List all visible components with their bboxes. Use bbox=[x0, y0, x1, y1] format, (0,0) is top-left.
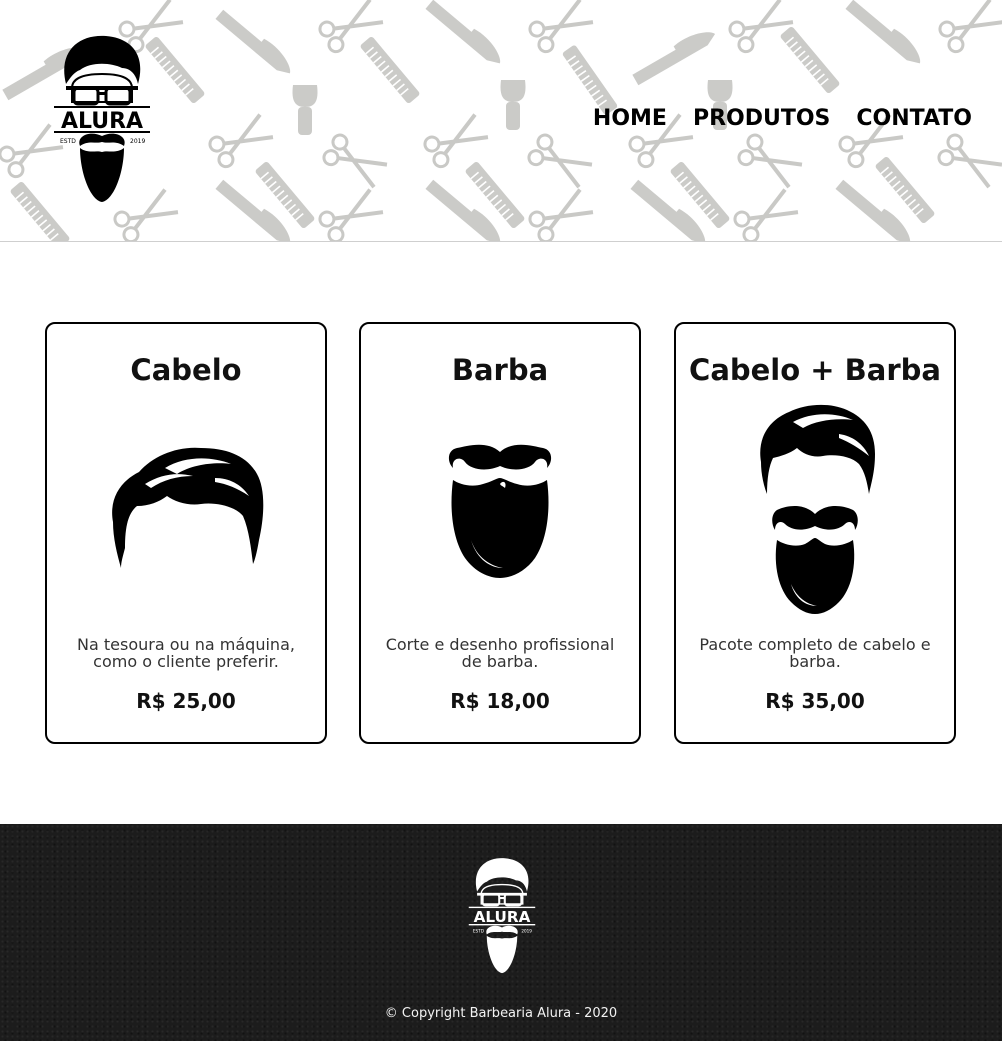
alura-logo[interactable]: ALURA ESTD 2019 bbox=[50, 32, 154, 204]
product-card-barba: Barba Corte e desenho profissional de ba… bbox=[359, 322, 641, 744]
logo-text: ALURA bbox=[474, 908, 531, 926]
product-title: Cabelo + Barba bbox=[689, 353, 941, 387]
product-image bbox=[47, 444, 325, 570]
product-description: Corte e desenho profissional de barba. bbox=[385, 635, 615, 671]
product-title: Cabelo bbox=[130, 353, 242, 387]
main-nav: HOME PRODUTOS CONTATO bbox=[593, 105, 972, 133]
site-footer: ALURA ESTD 2019 © Copyright Barbearia Al… bbox=[0, 824, 1002, 1041]
site-header: ALURA ESTD 2019 HOME PRODUTOS CONTATO bbox=[0, 0, 1002, 242]
product-description: Pacote completo de cabelo e barba. bbox=[699, 635, 931, 671]
product-list: Cabelo Na tesoura ou na máquina, como o … bbox=[45, 322, 957, 744]
nav-home-link[interactable]: HOME bbox=[593, 105, 667, 133]
product-title: Barba bbox=[451, 353, 549, 387]
svg-text:ESTD: ESTD bbox=[473, 928, 484, 933]
product-price: R$ 18,00 bbox=[450, 689, 550, 713]
hair-icon bbox=[112, 447, 264, 568]
logo-text: ALURA bbox=[61, 109, 143, 134]
product-price: R$ 35,00 bbox=[765, 689, 865, 713]
product-card-cabelo: Cabelo Na tesoura ou na máquina, como o … bbox=[45, 322, 327, 744]
copyright-text: © Copyright Barbearia Alura - 2020 bbox=[384, 1006, 618, 1021]
svg-text:2019: 2019 bbox=[130, 138, 145, 145]
svg-text:2019: 2019 bbox=[521, 928, 532, 933]
product-description: Na tesoura ou na máquina, como o cliente… bbox=[77, 635, 295, 671]
alura-logo-white[interactable]: ALURA ESTD 2019 bbox=[466, 854, 538, 976]
product-image bbox=[361, 440, 639, 580]
hair-and-beard-icon bbox=[760, 404, 875, 614]
nav-contato-link[interactable]: CONTATO bbox=[856, 105, 972, 133]
product-price: R$ 25,00 bbox=[136, 689, 236, 713]
nav-produtos-link[interactable]: PRODUTOS bbox=[693, 105, 830, 133]
beard-icon bbox=[448, 444, 552, 578]
product-card-cabelo-barba: Cabelo + Barba Pacote completo de cabelo… bbox=[674, 322, 956, 744]
svg-text:ESTD: ESTD bbox=[60, 138, 76, 145]
product-image bbox=[676, 402, 954, 616]
